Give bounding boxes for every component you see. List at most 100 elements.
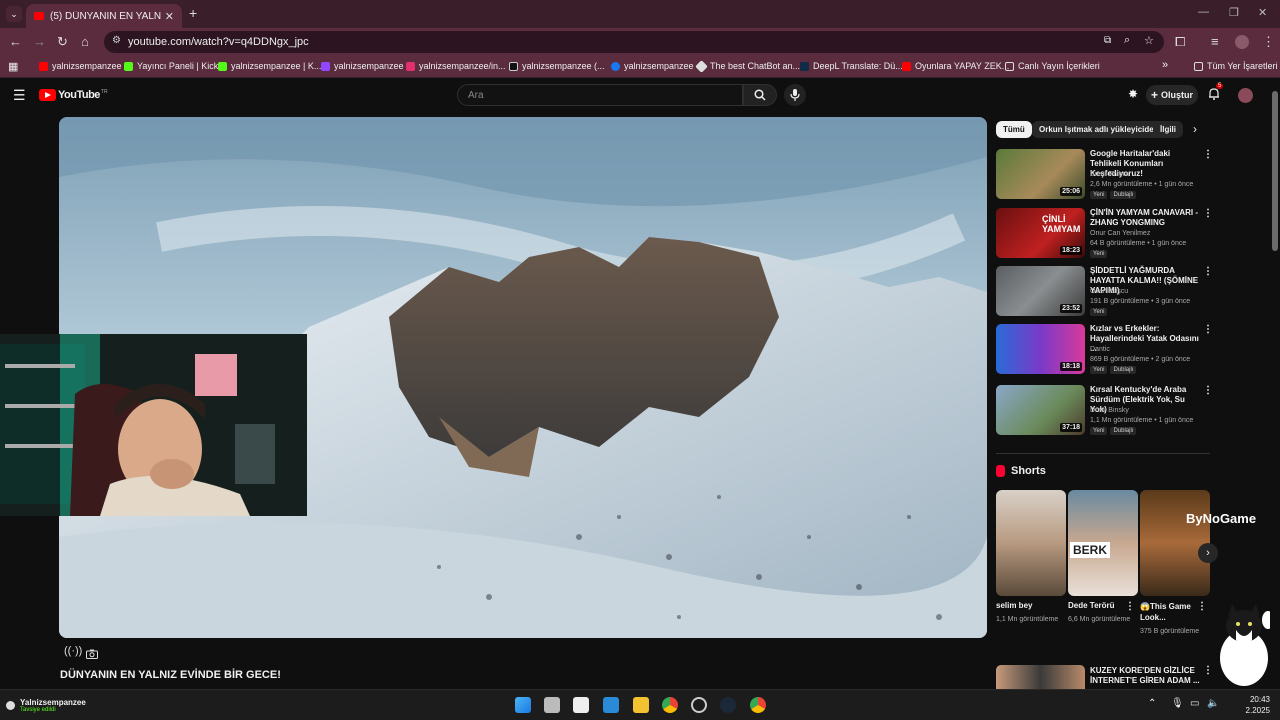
ambient-mode-icon[interactable]: ((·)) (64, 645, 82, 657)
home-icon[interactable]: ⌂ (81, 34, 89, 50)
minimize-button[interactable]: — (1198, 6, 1209, 18)
file-explorer-icon[interactable] (633, 697, 649, 713)
reload-icon[interactable]: ↻ (57, 34, 68, 50)
browser-menu-icon[interactable]: ⋮ (1262, 34, 1275, 50)
bookmark-item[interactable]: yalnizsempanzee | K... (218, 61, 321, 71)
app-icon[interactable] (691, 697, 707, 713)
system-clock[interactable]: 20:43 2.2025 (1230, 694, 1270, 716)
install-app-icon[interactable]: ⧉ (1104, 35, 1111, 46)
bookmark-item[interactable]: yalnizsempanzee (39, 61, 122, 71)
forward-icon[interactable]: → (33, 34, 46, 50)
video-thumbnail[interactable]: 37:18 (996, 385, 1085, 435)
steam-icon[interactable] (720, 697, 736, 713)
tray-display-icon[interactable]: ▭ (1190, 698, 1199, 709)
bookmark-item[interactable]: yalnizsempanzee (... (509, 61, 605, 71)
tray-mic-icon[interactable]: 🎙 (1171, 698, 1184, 709)
more-options-icon[interactable]: ⋮ (1197, 601, 1207, 612)
bookmark-item[interactable]: yalnizsempanzee/in... (406, 61, 506, 71)
recommendation-item[interactable]: ÇİNLİ YAMYAM 18:23 ÇİN'İN YAMYAM CANAVARI… (996, 208, 1216, 260)
close-window-button[interactable]: ✕ (1258, 6, 1267, 19)
notifications-button[interactable]: 5 (1208, 83, 1224, 105)
recommendation-title[interactable]: KUZEY KORE'DEN GİZLİCE İNTERNET'E GİREN … (1090, 666, 1200, 686)
close-tab-icon[interactable]: ✕ (165, 10, 174, 23)
scrollbar-thumb[interactable] (1272, 91, 1278, 251)
bookmark-item[interactable]: Yayıncı Paneli | Kick (124, 61, 218, 71)
short-thumbnail[interactable]: BERK (1068, 490, 1138, 596)
tray-volume-icon[interactable]: 🔈 (1207, 698, 1219, 709)
short-title[interactable]: Dede Terörü (1068, 601, 1115, 610)
bookmark-item[interactable]: yalnizsempanzee (611, 61, 694, 71)
recommendation-item[interactable]: 18:18 Kızlar vs Erkekler: Hayallerindeki… (996, 324, 1216, 376)
more-options-icon[interactable]: ⋮ (1203, 266, 1213, 277)
recommendation-item[interactable]: 23:52 ŞİDDETLİ YAĞMURDA HAYATTA KALMA!! … (996, 266, 1216, 318)
chrome-icon[interactable] (662, 697, 678, 713)
facebook-icon (611, 61, 620, 71)
profile-avatar[interactable] (1235, 35, 1249, 49)
chip-from-uploader[interactable]: Orkun Işıtmak adlı yükleyiciden (1032, 121, 1166, 138)
search-input[interactable]: Ara (457, 84, 743, 106)
create-button[interactable]: + Oluştur (1146, 85, 1198, 105)
new-tab-button[interactable]: + (189, 5, 197, 21)
video-thumbnail[interactable]: 23:52 (996, 266, 1085, 316)
bookmark-item[interactable]: The best ChatBot an... (695, 59, 800, 73)
tray-chevron-icon[interactable]: ⌃ (1148, 698, 1156, 709)
app-icon[interactable] (573, 697, 589, 713)
tab-search-button[interactable]: ⌄ (6, 6, 22, 22)
bookmark-item[interactable]: yalnizsempanzee (321, 61, 404, 71)
channel-name[interactable]: Ozan Kuşcu (1090, 288, 1128, 295)
chrome-active-icon[interactable] (750, 697, 766, 713)
browser-tab-active[interactable]: (5) DÜNYANIN EN YALNIZ EVİN ✕ (26, 4, 182, 28)
back-icon[interactable]: ← (9, 34, 22, 50)
short-thumbnail[interactable] (996, 490, 1066, 596)
video-thumbnail[interactable]: 18:18 (996, 324, 1085, 374)
bookmark-item[interactable]: Oyunlara YAPAY ZEK... (902, 61, 1009, 71)
chevron-right-icon[interactable]: › (1193, 122, 1197, 136)
photos-icon[interactable] (603, 697, 619, 713)
page-scrollbar[interactable] (1270, 79, 1280, 689)
channel-name[interactable]: Onur Can Yenilmez (1090, 230, 1150, 237)
bookmark-folder[interactable]: Canlı Yayın İçerikleri (1005, 61, 1100, 71)
screenshot-icon[interactable] (86, 646, 98, 664)
bookmark-item[interactable]: DeepL Translate: Dü... (800, 61, 903, 71)
youtube-logo[interactable]: YouTube TR (39, 89, 108, 101)
short-thumbnail[interactable] (1140, 490, 1210, 596)
restore-button[interactable]: ❐ (1229, 6, 1239, 19)
channel-name[interactable]: Brent Rivera (1090, 171, 1129, 178)
windows-start-icon[interactable] (515, 697, 531, 713)
more-options-icon[interactable]: ⋮ (1203, 324, 1213, 335)
address-bar[interactable]: ⚙ youtube.com/watch?v=q4DDNgx_jpc ⧉ ⌕ ☆ (104, 31, 1164, 53)
search-button[interactable] (743, 84, 777, 106)
recommendation-thumbnail[interactable] (996, 665, 1085, 689)
task-view-icon[interactable] (544, 697, 560, 713)
channel-name[interactable]: Dantic (1090, 346, 1110, 353)
recommendation-item[interactable]: 25:06 Google Haritalar'daki Tehlikeli Ko… (996, 149, 1216, 201)
apps-grid-icon[interactable]: ▦ (8, 60, 18, 73)
extensions-icon[interactable]: ⧠ (1175, 34, 1185, 50)
recommendation-title[interactable]: ÇİN'İN YAMYAM CANAVARI - ZHANG YONGMING (1090, 208, 1202, 228)
stream-widget[interactable]: Yalnizsempanzee Tavsiye edildi (6, 698, 86, 713)
recommendation-item[interactable]: 37:18 Kırsal Kentucky'de Araba Sürdüm (E… (996, 385, 1216, 437)
all-bookmarks-folder[interactable]: Tüm Yer İşaretleri (1194, 61, 1278, 71)
chip-related[interactable]: İlgili (1153, 121, 1183, 138)
media-control-icon[interactable]: ≡ (1211, 34, 1219, 50)
video-thumbnail[interactable]: 25:06 (996, 149, 1085, 199)
more-options-icon[interactable]: ⋮ (1125, 601, 1135, 612)
more-options-icon[interactable]: ⋮ (1203, 149, 1213, 160)
account-avatar[interactable] (1238, 88, 1253, 103)
more-options-icon[interactable]: ⋮ (1203, 665, 1213, 676)
zoom-icon[interactable]: ⌕ (1124, 34, 1130, 47)
studio-gear-icon[interactable]: ✸ (1128, 87, 1138, 101)
site-info-icon[interactable]: ⚙ (112, 35, 121, 46)
short-title[interactable]: 😱This Game Look... (1140, 601, 1195, 623)
channel-name[interactable]: Drew Binsky (1090, 407, 1129, 414)
shorts-next-button[interactable]: › (1198, 543, 1218, 563)
video-thumbnail[interactable]: ÇİNLİ YAMYAM 18:23 (996, 208, 1085, 258)
hamburger-menu-icon[interactable]: ☰ (13, 87, 26, 104)
voice-search-button[interactable] (784, 84, 806, 106)
short-title[interactable]: selim bey (996, 601, 1032, 610)
more-bookmarks-icon[interactable]: » (1162, 59, 1168, 71)
more-options-icon[interactable]: ⋮ (1203, 385, 1213, 396)
more-options-icon[interactable]: ⋮ (1203, 208, 1213, 219)
chip-all[interactable]: Tümü (996, 121, 1032, 138)
bookmark-star-icon[interactable]: ☆ (1144, 34, 1154, 47)
